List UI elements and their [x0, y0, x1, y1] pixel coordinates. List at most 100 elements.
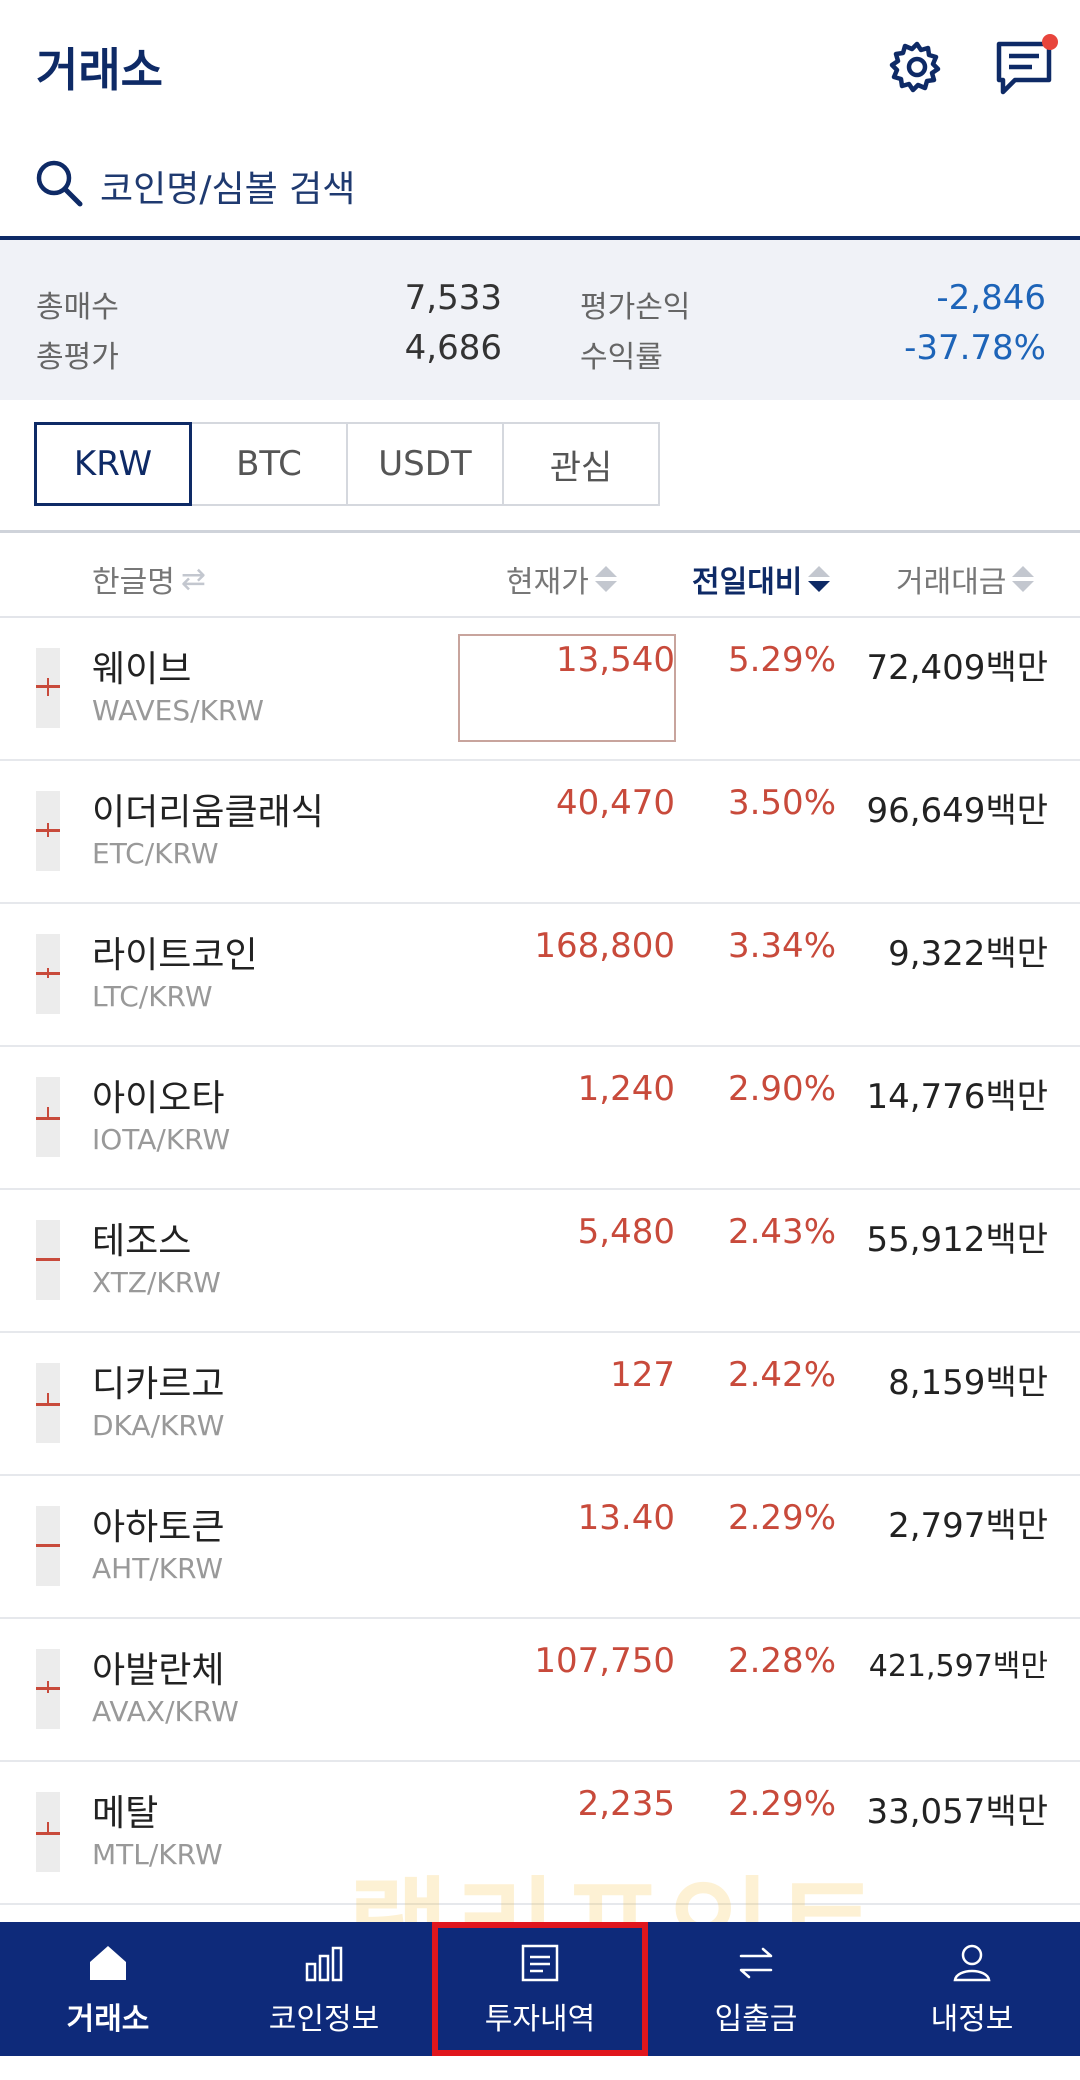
nav-label: 내정보 — [930, 2002, 1014, 2037]
coin-volume: 96,649백만 — [866, 791, 1048, 831]
coin-name: 테조스 — [92, 1221, 192, 1262]
mini-candle-icon — [36, 1506, 60, 1586]
nav-exchange[interactable]: 거래소 — [0, 1922, 216, 2056]
coin-volume: 421,597백만 — [868, 1649, 1048, 1684]
coin-change: 2.29% — [727, 1498, 836, 1538]
market-tabs: KRW BTC USDT 관심 — [34, 422, 660, 506]
coin-row[interactable]: 디카르고 DKA/KRW 127 2.42% 8,159백만 — [0, 1333, 1080, 1476]
sort-icon — [1012, 564, 1035, 594]
coin-name: 웨이브 — [92, 649, 192, 690]
coin-symbol: MTL/KRW — [92, 1838, 223, 1871]
coin-name: 이더리움클래식 — [92, 792, 324, 833]
coin-volume: 55,912백만 — [866, 1220, 1048, 1260]
column-price-label: 현재가 — [506, 565, 589, 600]
sort-icon — [594, 564, 617, 594]
bottom-navigation: 거래소 코인정보 투자내역 입출금 내정보 — [0, 1922, 1080, 2056]
coin-volume: 8,159백만 — [888, 1363, 1048, 1403]
coin-row[interactable]: 아발란체 AVAX/KRW 107,750 2.28% 421,597백만 — [0, 1619, 1080, 1762]
coin-symbol: WAVES/KRW — [92, 694, 264, 727]
tab-btc[interactable]: BTC — [190, 422, 348, 506]
mini-candle-icon — [36, 1363, 60, 1443]
sort-name[interactable]: 한글명 ⇄ — [92, 557, 206, 601]
tab-usdt[interactable]: USDT — [346, 422, 504, 506]
coin-symbol: DKA/KRW — [92, 1409, 225, 1442]
column-change-label: 전일대비 — [692, 565, 803, 600]
coin-price: 2,235 — [577, 1784, 675, 1824]
coin-price: 5,480 — [577, 1212, 675, 1252]
coin-name: 라이트코인 — [92, 935, 258, 976]
coin-symbol: LTC/KRW — [92, 980, 213, 1013]
mini-candle-icon — [36, 1077, 60, 1157]
sort-volume[interactable]: 거래대금 — [896, 557, 1035, 601]
portfolio-summary: 총매수 7,533 총평가 4,686 평가손익 -2,846 수익률 -37.… — [0, 240, 1080, 400]
nav-label: 거래소 — [66, 2002, 150, 2037]
coin-change: 2.28% — [727, 1641, 836, 1681]
column-headers: 한글명 ⇄ 현재가 전일대비 거래대금 — [0, 530, 1080, 618]
home-icon — [90, 1946, 126, 1980]
mini-candle-icon — [36, 648, 60, 728]
mini-candle-icon — [36, 1649, 60, 1729]
coin-volume: 33,057백만 — [866, 1792, 1048, 1832]
nav-coin-info[interactable]: 코인정보 — [216, 1922, 432, 2056]
coin-name: 디카르고 — [92, 1364, 225, 1405]
coin-volume: 2,797백만 — [888, 1506, 1048, 1546]
coin-row[interactable]: 아이오타 IOTA/KRW 1,240 2.90% 14,776백만 — [0, 1047, 1080, 1190]
coin-row[interactable]: 이더리움클래식 ETC/KRW 40,470 3.50% 96,649백만 — [0, 761, 1080, 904]
nav-investment-history[interactable]: 투자내역 — [432, 1922, 648, 2056]
coin-volume: 9,322백만 — [888, 934, 1048, 974]
coin-change: 3.50% — [727, 783, 836, 823]
notification-dot — [1042, 34, 1058, 50]
chat-icon[interactable] — [994, 34, 1058, 98]
user-icon — [953, 1944, 991, 1982]
column-name-label: 한글명 — [92, 565, 175, 600]
coin-row[interactable]: 아하토큰 AHT/KRW 13.40 2.29% 2,797백만 — [0, 1476, 1080, 1619]
pnl-label: 평가손익 — [580, 290, 691, 325]
total-buy-value: 7,533 — [404, 278, 502, 318]
coin-symbol: ETC/KRW — [92, 837, 219, 870]
page-title: 거래소 — [36, 43, 163, 97]
sort-change[interactable]: 전일대비 — [692, 557, 831, 601]
return-label: 수익률 — [580, 340, 663, 375]
pnl-value: -2,846 — [936, 278, 1046, 318]
coin-change: 2.90% — [727, 1069, 836, 1109]
coin-name: 아발란체 — [92, 1650, 225, 1691]
coin-name: 아하토큰 — [92, 1507, 225, 1548]
coin-row[interactable]: 웨이브 WAVES/KRW 13,540 5.29% 72,409백만 — [0, 618, 1080, 761]
tab-favorites[interactable]: 관심 — [502, 422, 660, 506]
bar-chart-icon — [305, 1946, 343, 1982]
search-input[interactable]: 코인명/심볼 검색 — [100, 160, 355, 212]
coin-price: 40,470 — [556, 783, 675, 823]
coin-symbol: XTZ/KRW — [92, 1266, 221, 1299]
coin-row[interactable]: 테조스 XTZ/KRW 5,480 2.43% 55,912백만 — [0, 1190, 1080, 1333]
nav-label: 입출금 — [714, 2002, 798, 2037]
coin-symbol: AVAX/KRW — [92, 1695, 239, 1728]
nav-deposit-withdraw[interactable]: 입출금 — [648, 1922, 864, 2056]
coin-price: 13.40 — [577, 1498, 675, 1538]
tab-krw[interactable]: KRW — [34, 422, 192, 506]
coin-change: 3.34% — [727, 926, 836, 966]
mini-candle-icon — [36, 1220, 60, 1300]
coin-list: 웨이브 WAVES/KRW 13,540 5.29% 72,409백만 이더리움… — [0, 618, 1080, 1905]
coin-symbol: IOTA/KRW — [92, 1123, 231, 1156]
coin-name: 메탈 — [92, 1793, 159, 1834]
mini-candle-icon — [36, 791, 60, 871]
coin-price: 127 — [610, 1355, 675, 1395]
search-bar[interactable]: 코인명/심볼 검색 — [0, 130, 1080, 240]
transfer-icon — [739, 1947, 773, 1979]
coin-volume: 72,409백만 — [866, 648, 1048, 688]
gear-icon[interactable] — [888, 38, 946, 96]
total-buy-label: 총매수 — [36, 290, 119, 325]
coin-change: 2.43% — [727, 1212, 836, 1252]
coin-name: 아이오타 — [92, 1078, 225, 1119]
coin-price: 168,800 — [534, 926, 675, 966]
nav-label: 코인정보 — [268, 2002, 380, 2037]
nav-my-info[interactable]: 내정보 — [864, 1922, 1080, 2056]
mini-candle-icon — [36, 934, 60, 1014]
total-eval-label: 총평가 — [36, 340, 119, 375]
swap-icon: ⇄ — [180, 561, 206, 597]
return-value: -37.78% — [904, 328, 1046, 368]
coin-volume: 14,776백만 — [866, 1077, 1048, 1117]
coin-row[interactable]: 라이트코인 LTC/KRW 168,800 3.34% 9,322백만 — [0, 904, 1080, 1047]
nav-label: 투자내역 — [484, 2002, 596, 2037]
sort-price[interactable]: 현재가 — [506, 557, 617, 601]
